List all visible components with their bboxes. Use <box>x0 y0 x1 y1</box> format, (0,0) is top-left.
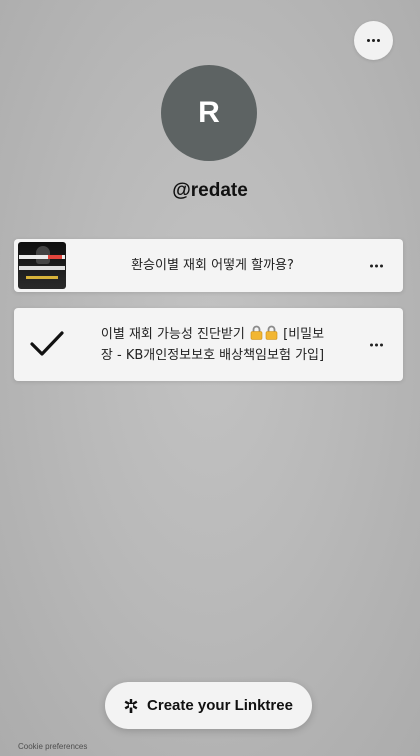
link-card-2[interactable]: 이별 재회 가능성 진단받기 [비밀보 장 - KB개인정보보호 배상책임보험 … <box>14 308 403 381</box>
create-linktree-button[interactable]: Create your Linktree <box>105 682 312 729</box>
profile-menu-button[interactable] <box>354 21 393 60</box>
avatar: R <box>161 65 257 161</box>
link-card-1[interactable]: 환승이별 재회 어떻게 할까용? <box>14 239 403 292</box>
link-more-icon[interactable] <box>370 264 383 267</box>
create-linktree-label: Create your Linktree <box>147 697 293 714</box>
more-horizontal-icon <box>367 39 380 42</box>
link-more-icon[interactable] <box>370 343 383 346</box>
checkmark-icon <box>30 331 64 356</box>
link-thumbnail <box>18 242 66 289</box>
lock-emoji-icon <box>265 325 278 340</box>
linktree-asterisk-icon <box>124 698 138 713</box>
avatar-initial: R <box>198 96 220 129</box>
cookie-preferences-link[interactable]: Cookie preferences <box>18 742 87 751</box>
link-title: 환승이별 재회 어떻게 할까용? <box>131 258 294 273</box>
link-title: 이별 재회 가능성 진단받기 [비밀보 장 - KB개인정보보호 배상책임보험 … <box>100 325 325 363</box>
profile-username: @redate <box>172 180 248 201</box>
lock-emoji-icon <box>250 325 263 340</box>
